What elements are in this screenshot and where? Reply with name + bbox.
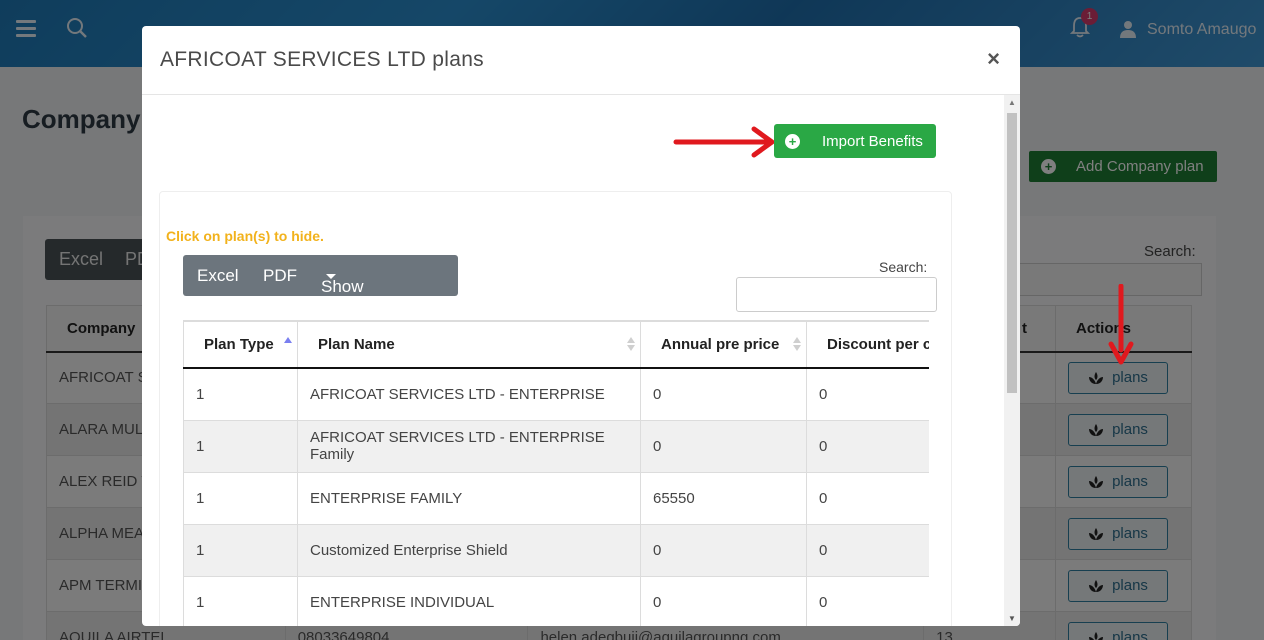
excel-button[interactable]: Excel xyxy=(197,266,239,286)
plan-row[interactable]: 1 Customized Enterprise Shield 0 0 xyxy=(183,523,929,577)
search-input[interactable] xyxy=(736,277,937,312)
hide-hint: Click on plan(s) to hide. xyxy=(166,228,324,244)
annotation-arrow xyxy=(673,126,775,158)
annual-price-cell: 0 xyxy=(640,523,807,577)
close-icon[interactable]: × xyxy=(987,46,1000,72)
sort-icon xyxy=(284,337,292,353)
scrollbar-thumb[interactable] xyxy=(1007,113,1017,393)
import-benefits-label: Import Benefits xyxy=(822,132,923,150)
pdf-button[interactable]: PDF xyxy=(263,266,297,286)
annotation-arrow xyxy=(1108,284,1134,365)
plan-type-cell: 1 xyxy=(183,419,298,473)
scroll-down-icon[interactable]: ▼ xyxy=(1008,614,1016,623)
modal-header: AFRICOAT SERVICES LTD plans × xyxy=(142,26,1020,95)
plans-table: Plan Type Plan Name Annual pre price Dis… xyxy=(183,320,929,626)
show-rows-dropdown[interactable]: Show 10 rows xyxy=(321,266,364,336)
plus-circle-icon: + xyxy=(785,133,800,149)
col-plan-name[interactable]: Plan Name xyxy=(297,320,641,369)
col-plan-type[interactable]: Plan Type xyxy=(183,320,298,369)
plan-row[interactable]: 1 ENTERPRISE FAMILY 65550 0 xyxy=(183,471,929,525)
search-label: Search: xyxy=(879,259,928,275)
plan-name-cell: ENTERPRISE INDIVIDUAL xyxy=(297,575,641,626)
plan-row[interactable]: 1 AFRICOAT SERVICES LTD - ENTERPRISE Fam… xyxy=(183,419,929,473)
annual-price-cell: 0 xyxy=(640,419,807,473)
modal-body: + Import Benefits Click on plan(s) to hi… xyxy=(142,95,1004,626)
plans-modal: AFRICOAT SERVICES LTD plans × + Import B… xyxy=(142,26,1020,626)
sort-icon xyxy=(793,337,801,353)
discount-cell: 0 xyxy=(806,523,929,577)
plan-name-cell: AFRICOAT SERVICES LTD - ENTERPRISE Famil… xyxy=(297,419,641,473)
discount-cell: 0 xyxy=(806,471,929,525)
import-benefits-button[interactable]: + Import Benefits xyxy=(774,124,936,158)
plan-name-cell: Customized Enterprise Shield xyxy=(297,523,641,577)
annual-price-cell: 0 xyxy=(640,367,807,421)
discount-cell: 0 xyxy=(806,575,929,626)
col-discount[interactable]: Discount per c xyxy=(806,320,929,369)
annual-price-cell: 0 xyxy=(640,575,807,626)
modal-title: AFRICOAT SERVICES LTD plans xyxy=(160,48,484,71)
plan-row[interactable]: 1 AFRICOAT SERVICES LTD - ENTERPRISE 0 0 xyxy=(183,367,929,421)
plan-name-cell: AFRICOAT SERVICES LTD - ENTERPRISE xyxy=(297,367,641,421)
export-button-group: Excel PDF Show 10 rows xyxy=(183,255,458,336)
plan-type-cell: 1 xyxy=(183,523,298,577)
col-annual-price[interactable]: Annual pre price xyxy=(640,320,807,369)
annual-price-cell: 65550 xyxy=(640,471,807,525)
discount-cell: 0 xyxy=(806,367,929,421)
plan-name-cell: ENTERPRISE FAMILY xyxy=(297,471,641,525)
plan-type-cell: 1 xyxy=(183,367,298,421)
modal-scrollbar[interactable]: ▲ ▼ xyxy=(1004,95,1020,626)
discount-cell: 0 xyxy=(806,419,929,473)
plan-type-cell: 1 xyxy=(183,575,298,626)
plan-row[interactable]: 1 ENTERPRISE INDIVIDUAL 0 0 xyxy=(183,575,929,626)
plan-type-cell: 1 xyxy=(183,471,298,525)
plans-table-wrapper[interactable]: Plan Type Plan Name Annual pre price Dis… xyxy=(183,320,929,626)
sort-icon xyxy=(627,337,635,353)
scroll-up-icon[interactable]: ▲ xyxy=(1008,98,1016,107)
